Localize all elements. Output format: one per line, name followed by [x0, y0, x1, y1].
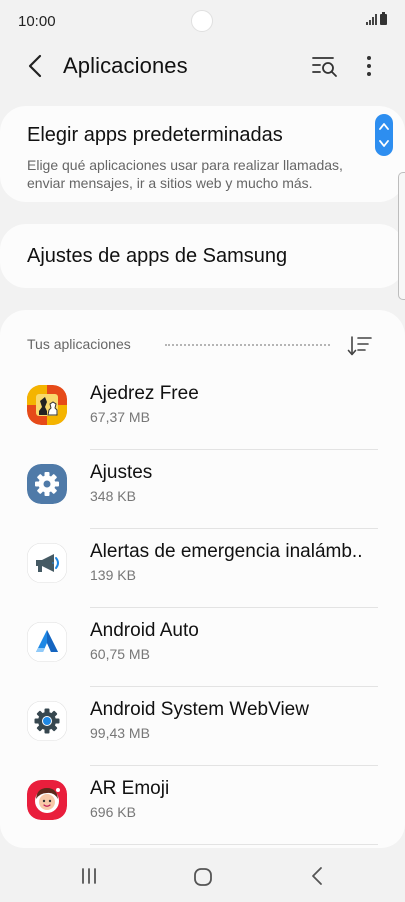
app-size: 139 KB — [90, 567, 136, 583]
samsung-apps-settings-title: Ajustes de apps de Samsung — [27, 245, 288, 267]
app-row-ar-emoji[interactable]: AR Emoji 696 KB — [0, 766, 405, 845]
section-title: Tus aplicaciones — [27, 336, 131, 352]
app-row-ajustes[interactable]: Ajustes 348 KB — [0, 450, 405, 529]
webview-gear-icon — [27, 701, 67, 741]
status-icons — [366, 12, 387, 25]
samsung-apps-settings-card[interactable]: Ajustes de apps de Samsung — [0, 224, 405, 288]
more-vert-icon[interactable] — [355, 52, 383, 80]
chess-icon — [27, 385, 67, 425]
search-list-icon[interactable] — [311, 52, 339, 80]
app-name: Alertas de emergencia inalámb.. — [90, 541, 363, 562]
battery-icon — [380, 12, 387, 25]
megaphone-icon — [27, 543, 67, 583]
page-title: Aplicaciones — [63, 53, 188, 78]
row-divider — [90, 844, 378, 845]
app-row-ajedrez[interactable]: Ajedrez Free 67,37 MB — [0, 371, 405, 450]
app-size: 60,75 MB — [90, 646, 150, 662]
android-auto-icon — [27, 622, 67, 662]
app-row-webview[interactable]: Android System WebView 99,43 MB — [0, 687, 405, 766]
navigation-bar — [0, 852, 405, 902]
app-size: 67,37 MB — [90, 409, 150, 425]
camera-cutout — [191, 10, 213, 32]
default-apps-title: Elegir apps predeterminadas — [27, 124, 283, 146]
status-time: 10:00 — [18, 13, 56, 30]
back-arrow-icon[interactable] — [22, 52, 50, 80]
edge-panel-handle[interactable] — [398, 172, 405, 300]
section-divider — [165, 344, 330, 346]
default-apps-description: Elige qué aplicaciones usar para realiza… — [27, 157, 343, 191]
status-bar: 10:00 — [0, 0, 405, 44]
app-size: 99,43 MB — [90, 725, 150, 741]
app-name: AR Emoji — [90, 778, 170, 799]
app-bar: Aplicaciones — [0, 44, 405, 88]
ar-emoji-icon — [27, 780, 67, 820]
scroll-arrows-icon — [379, 123, 389, 147]
default-apps-card[interactable]: Elegir apps predeterminadas Elige qué ap… — [0, 106, 405, 202]
home-icon[interactable] — [192, 866, 214, 888]
app-size: 696 KB — [90, 804, 136, 820]
app-name: Android System WebView — [90, 699, 309, 720]
settings-gear-icon — [27, 464, 67, 504]
signal-icon — [366, 14, 377, 25]
app-size: 348 KB — [90, 488, 136, 504]
app-row-android-auto[interactable]: Android Auto 60,75 MB — [0, 608, 405, 687]
recents-icon[interactable] — [78, 866, 100, 886]
app-name: Ajustes — [90, 462, 153, 483]
sort-icon[interactable] — [347, 334, 373, 358]
app-name: Ajedrez Free — [90, 383, 199, 404]
fast-scroll-thumb[interactable] — [375, 114, 393, 156]
app-row-alertas[interactable]: Alertas de emergencia inalámb.. 139 KB — [0, 529, 405, 608]
nav-back-icon[interactable] — [308, 865, 326, 887]
apps-section-header: Tus aplicaciones — [27, 334, 377, 356]
app-name: Android Auto — [90, 620, 199, 641]
apps-list-card: Tus aplicaciones Ajedrez Free 67,37 MB A… — [0, 310, 405, 848]
